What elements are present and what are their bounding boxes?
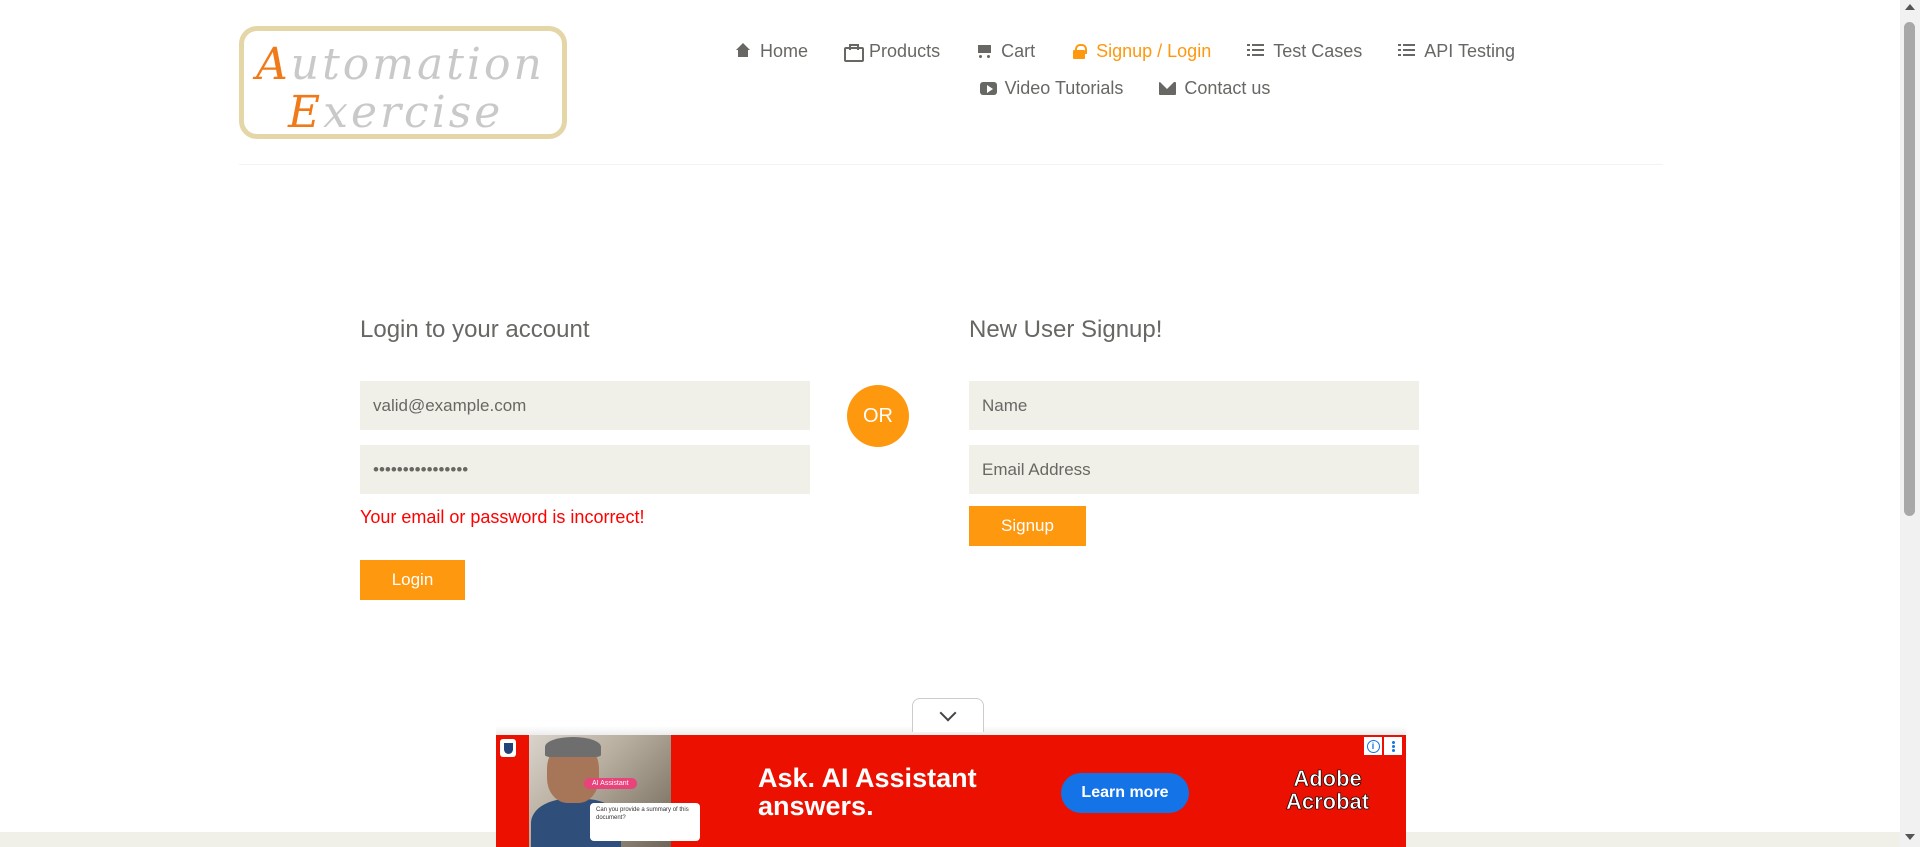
- signup-button[interactable]: Signup: [969, 506, 1086, 546]
- chevron-down-icon: [939, 704, 957, 721]
- ad-headline: Ask. AI Assistant answers.: [758, 763, 977, 821]
- nav-test-cases-label: Test Cases: [1273, 40, 1363, 61]
- ad-headline-line2: answers.: [758, 790, 874, 821]
- briefcase-icon: [844, 43, 865, 62]
- ad-ai-chip: AI Assistant: [584, 778, 637, 789]
- page-scrollbar[interactable]: [1900, 0, 1920, 847]
- login-title: Login to your account: [360, 316, 590, 343]
- ad-info-icon[interactable]: i: [1364, 737, 1382, 755]
- login-email-field[interactable]: [360, 381, 810, 430]
- ad-menu-icon[interactable]: [1384, 737, 1402, 755]
- ad-headline-line1: Ask. AI Assistant: [758, 763, 977, 793]
- login-error-message: Your email or password is incorrect!: [360, 507, 645, 527]
- nav-api-testing-label: API Testing: [1424, 40, 1515, 61]
- scroll-up-arrow-icon[interactable]: [1905, 4, 1915, 10]
- nav-signup-login-label: Signup / Login: [1096, 40, 1212, 61]
- header-divider: [239, 164, 1663, 165]
- ad-banner[interactable]: AI Assistant Can you provide a summary o…: [496, 735, 1406, 847]
- logo-text-line2: Exercise: [288, 87, 504, 138]
- nav-products[interactable]: Products: [844, 41, 940, 62]
- scroll-down-arrow-icon[interactable]: [1905, 834, 1915, 840]
- logo-text-line1: Automation: [256, 39, 545, 90]
- nav-contact-us-label: Contact us: [1184, 77, 1271, 98]
- main-nav: Home Products Cart Signup / Login Test C…: [720, 38, 1530, 112]
- signup-title: New User Signup!: [969, 316, 1163, 343]
- or-badge: OR: [847, 385, 909, 447]
- list-icon: [1247, 44, 1265, 58]
- ad-prompt-card: Can you provide a summary of this docume…: [590, 803, 700, 841]
- ad-collapse-toggle[interactable]: [912, 698, 984, 732]
- ad-brand-line1: Adobe: [1293, 766, 1362, 791]
- nav-home-label: Home: [760, 40, 809, 61]
- site-logo[interactable]: Automation Exercise: [239, 26, 567, 139]
- nav-products-label: Products: [869, 40, 941, 61]
- lock-icon: [1071, 43, 1088, 59]
- envelope-icon: [1159, 80, 1177, 96]
- site-header: Automation Exercise Home Products Cart S…: [0, 0, 1900, 166]
- nav-home[interactable]: Home: [735, 41, 808, 62]
- nav-cart[interactable]: Cart: [976, 41, 1035, 62]
- nav-video-tutorials-label: Video Tutorials: [1004, 77, 1124, 98]
- scroll-thumb[interactable]: [1904, 22, 1915, 516]
- nav-signup-login[interactable]: Signup / Login: [1071, 41, 1211, 62]
- nav-contact-us[interactable]: Contact us: [1159, 78, 1270, 99]
- signup-email-field[interactable]: [969, 445, 1419, 494]
- youtube-icon: [979, 80, 997, 96]
- nav-video-tutorials[interactable]: Video Tutorials: [979, 77, 1124, 99]
- ad-learn-more-button[interactable]: Learn more: [1061, 773, 1189, 813]
- nav-test-cases[interactable]: Test Cases: [1247, 41, 1362, 62]
- signup-name-field[interactable]: [969, 381, 1419, 430]
- ad-shield-icon[interactable]: [500, 739, 516, 757]
- cart-icon: [976, 43, 992, 59]
- login-password-field[interactable]: [360, 445, 810, 494]
- nav-cart-label: Cart: [1001, 40, 1036, 61]
- nav-api-testing[interactable]: API Testing: [1398, 41, 1515, 62]
- login-button[interactable]: Login: [360, 560, 465, 600]
- home-icon: [735, 43, 751, 59]
- ad-brand-line2: Acrobat: [1286, 789, 1370, 815]
- list-icon: [1398, 44, 1416, 58]
- ad-brand-logo: Adobe Acrobat: [1286, 766, 1370, 815]
- ad-person-hair: [545, 737, 601, 757]
